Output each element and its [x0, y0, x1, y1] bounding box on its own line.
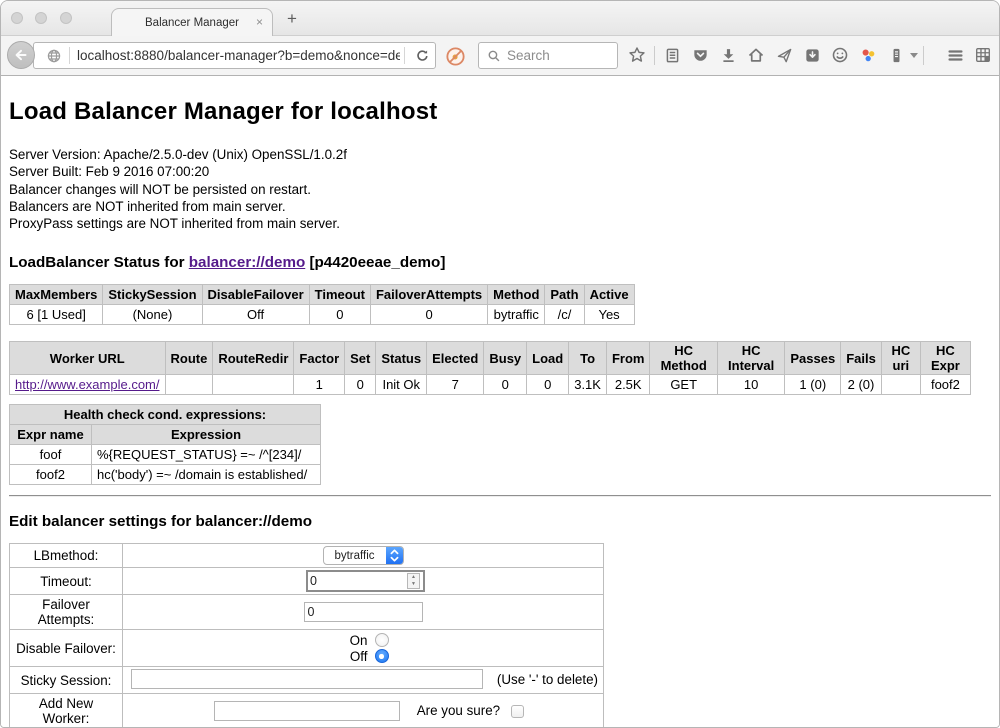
failover-attempts-input[interactable]: [304, 602, 423, 622]
reload-icon: [415, 48, 430, 63]
radio-off-label: Off: [338, 649, 368, 664]
form-row-sticky-session: Sticky Session: (Use '-' to delete): [10, 667, 604, 694]
lbmethod-select[interactable]: bytraffic: [323, 546, 404, 565]
content-block-button[interactable]: [443, 44, 467, 68]
pocket-icon[interactable]: [686, 41, 714, 69]
sticky-session-input[interactable]: [131, 669, 483, 689]
balancer-status-table: MaxMembers StickySession DisableFailover…: [9, 284, 635, 325]
failover-attempts-label: Failover Attempts:: [10, 595, 123, 630]
reload-button[interactable]: [409, 48, 435, 63]
home-icon[interactable]: [742, 41, 770, 69]
form-row-timeout: Timeout: ▲▼: [10, 568, 604, 595]
server-info-line: Balancer changes will NOT be persisted o…: [9, 181, 991, 198]
url-bar[interactable]: localhost:8880/balancer-manager?b=demo&n…: [33, 42, 436, 69]
section-divider: [9, 495, 991, 497]
table-title-row: Health check cond. expressions:: [10, 405, 321, 425]
back-icon: [13, 47, 29, 63]
lbmethod-label: LBmethod:: [10, 544, 123, 568]
page-content: Load Balancer Manager for localhost Serv…: [1, 76, 999, 728]
radio-on-label: On: [338, 633, 368, 648]
container-icon[interactable]: [882, 41, 910, 69]
table-header-row: Expr name Expression: [10, 425, 321, 445]
radio-on-button[interactable]: [375, 633, 389, 647]
minimize-window-button[interactable]: [35, 12, 47, 24]
form-row-add-worker: Add New Worker: Are you sure?: [10, 694, 604, 728]
close-window-button[interactable]: [11, 12, 23, 24]
new-tab-button[interactable]: +: [282, 9, 302, 29]
number-spinner-icon[interactable]: ▲▼: [407, 573, 420, 589]
table-row: 6 [1 Used] (None) Off 0 0 bytraffic /c/ …: [10, 305, 635, 325]
page-title: Load Balancer Manager for localhost: [9, 97, 991, 127]
server-info-line: Balancers are NOT inherited from main se…: [9, 198, 991, 215]
confirm-checkbox[interactable]: [511, 705, 524, 718]
table-header-row: MaxMembers StickySession DisableFailover…: [10, 285, 635, 305]
form-row-failover-attempts: Failover Attempts:: [10, 595, 604, 630]
sticky-session-label: Sticky Session:: [10, 667, 123, 694]
url-separator: [404, 47, 405, 64]
toolbar-separator: [923, 46, 924, 65]
sticky-session-hint: (Use '-' to delete): [497, 669, 598, 691]
search-bar[interactable]: [478, 42, 618, 69]
radio-off-button[interactable]: [375, 649, 389, 663]
form-row-lbmethod: LBmethod: bytraffic: [10, 544, 604, 568]
search-icon: [487, 49, 501, 63]
content-block-icon: [445, 46, 466, 67]
send-icon[interactable]: [770, 41, 798, 69]
add-worker-input[interactable]: [214, 701, 400, 721]
tab-balancer-manager[interactable]: Balancer Manager ×: [111, 8, 273, 36]
back-button[interactable]: [7, 41, 35, 69]
site-identity-globe-icon[interactable]: [46, 48, 62, 64]
edit-settings-heading: Edit balancer settings for balancer://de…: [9, 513, 991, 530]
table-row: foof %{REQUEST_STATUS} =~ /^[234]/: [10, 445, 321, 465]
tab-close-icon[interactable]: ×: [256, 16, 263, 28]
worker-table: Worker URL Route RouteRedir Factor Set S…: [9, 341, 971, 395]
dropdown-caret-icon[interactable]: [910, 53, 918, 58]
balancer-demo-link[interactable]: balancer://demo: [189, 254, 305, 271]
server-info-line: Server Version: Apache/2.5.0-dev (Unix) …: [9, 146, 991, 163]
server-info: Server Version: Apache/2.5.0-dev (Unix) …: [9, 146, 991, 232]
download-icon[interactable]: [714, 41, 742, 69]
add-worker-label: Add New Worker:: [10, 694, 123, 728]
status-heading: LoadBalancer Status for balancer://demo …: [9, 254, 991, 271]
confirm-label: Are you sure?: [417, 703, 500, 718]
browser-toolbar: localhost:8880/balancer-manager?b=demo&n…: [1, 35, 999, 76]
url-separator: [69, 47, 70, 64]
edit-balancer-form: LBmethod: bytraffic Timeout: ▲▼ Fai: [9, 543, 604, 728]
table-row: http://www.example.com/ 1 0 Init Ok 7 0 …: [10, 375, 971, 395]
health-check-table: Health check cond. expressions: Expr nam…: [9, 404, 321, 485]
toolbar-icon-row: [623, 41, 997, 69]
grid-addon-icon[interactable]: [969, 41, 997, 69]
disable-failover-label: Disable Failover:: [10, 630, 123, 667]
timeout-label: Timeout:: [10, 568, 123, 595]
lbmethod-selected-value: bytraffic: [324, 550, 386, 562]
colored-dots-addon-icon[interactable]: [854, 41, 882, 69]
tab-title: Balancer Manager: [145, 17, 239, 29]
menu-icon[interactable]: [941, 41, 969, 69]
search-input[interactable]: [507, 48, 617, 63]
addon-download-icon[interactable]: [798, 41, 826, 69]
bookmark-star-icon[interactable]: [623, 41, 651, 69]
chat-smiley-icon[interactable]: [826, 41, 854, 69]
reading-list-icon[interactable]: [658, 41, 686, 69]
browser-window: Balancer Manager × + localhost:8880/bala…: [0, 0, 1000, 728]
toolbar-separator: [654, 46, 655, 65]
form-row-disable-failover: Disable Failover: On Off: [10, 630, 604, 667]
server-info-line: ProxyPass settings are NOT inherited fro…: [9, 215, 991, 232]
server-info-line: Server Built: Feb 9 2016 07:00:20: [9, 163, 991, 180]
table-row: foof2 hc('body') =~ /domain is establish…: [10, 465, 321, 485]
select-stepper-icon: [386, 546, 403, 565]
worker-url-link[interactable]: http://www.example.com/: [15, 377, 160, 392]
url-text[interactable]: localhost:8880/balancer-manager?b=demo&n…: [77, 48, 400, 63]
table-header-row: Worker URL Route RouteRedir Factor Set S…: [10, 342, 971, 375]
browser-titlebar: Balancer Manager × +: [1, 1, 999, 35]
zoom-window-button[interactable]: [60, 12, 72, 24]
